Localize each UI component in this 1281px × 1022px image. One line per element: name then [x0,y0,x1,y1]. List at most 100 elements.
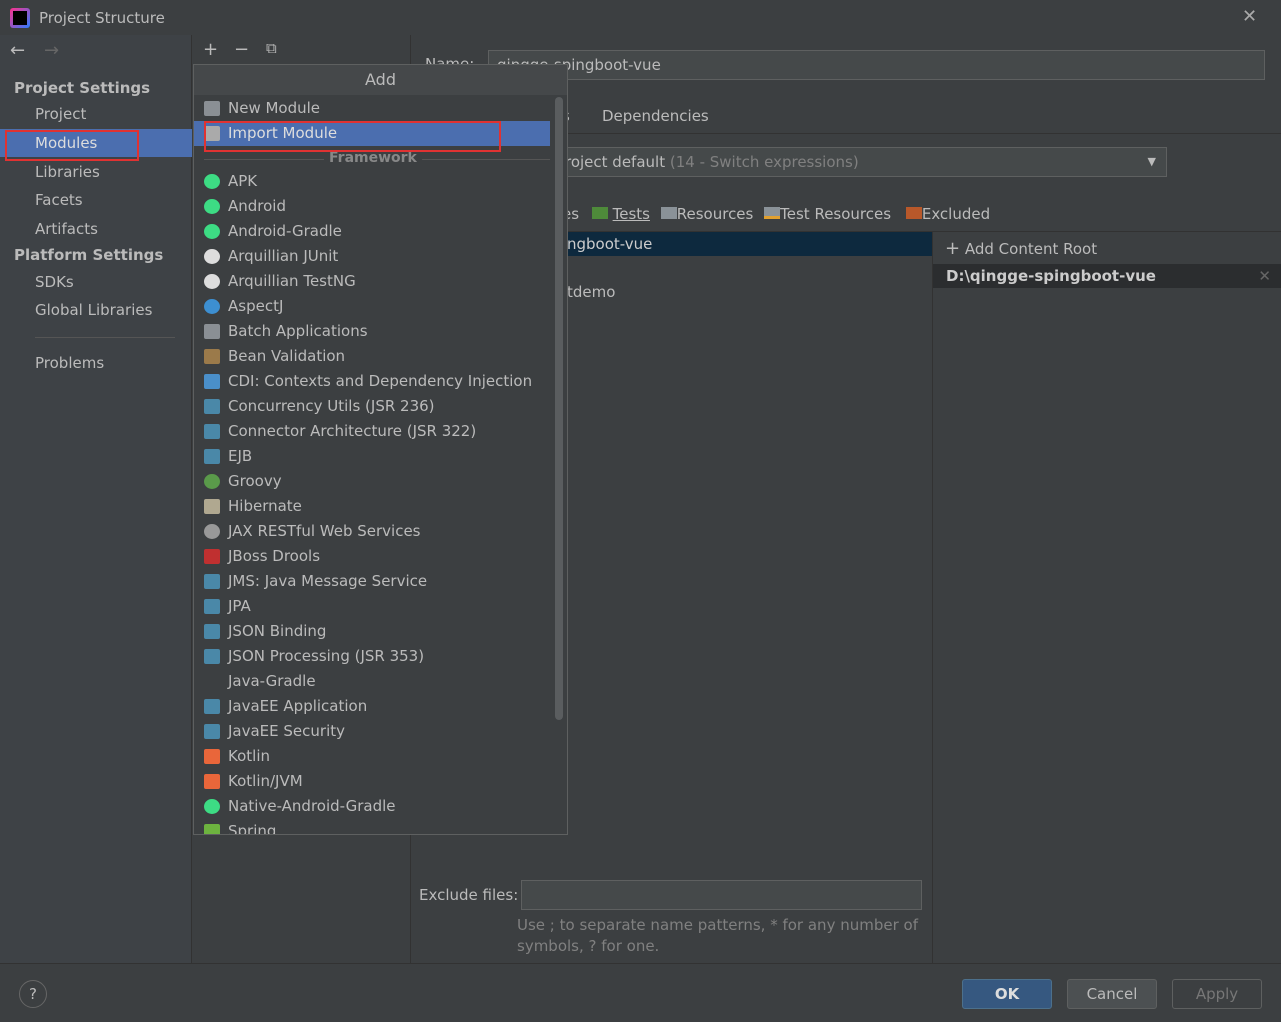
bean-icon [204,349,220,364]
mark-resources[interactable]: Resources [677,205,754,223]
menu-item-hibernate[interactable]: Hibernate [194,494,550,519]
menu-item-concurrency-utils-jsr-236[interactable]: Concurrency Utils (JSR 236) [194,394,550,419]
exclude-files-input[interactable] [521,880,922,910]
mark-tests[interactable]: Tests [613,205,650,223]
menu-item-label: Arquillian TestNG [228,272,356,290]
framework-separator: Framework [194,150,550,166]
popup-scrollbar[interactable] [555,97,563,720]
plus-icon: + [945,238,961,259]
menu-item-apk[interactable]: APK [194,169,550,194]
kotlin-icon [204,749,220,764]
menu-item-cdi-contexts-and-dependency-injection[interactable]: CDI: Contexts and Dependency Injection [194,369,550,394]
menu-item-kotlin[interactable]: Kotlin [194,744,550,769]
menu-item-label: Batch Applications [228,322,368,340]
platform-settings-heading: Platform Settings [14,246,164,264]
copy-icon[interactable]: ⧉ [266,39,277,57]
menu-item-new-module[interactable]: New Module [194,96,550,121]
javaee-icon [204,624,220,639]
nav-facets[interactable]: Facets [0,186,192,214]
divider [932,232,933,963]
tree-item[interactable]: tdemo [567,283,615,301]
menu-item-label: Android-Gradle [228,222,342,240]
dialog-footer: ? OK Cancel Apply [0,963,1281,1022]
menu-item-batch-applications[interactable]: Batch Applications [194,319,550,344]
menu-item-label: Native-Android-Gradle [228,797,396,815]
nav-project[interactable]: Project [0,100,192,128]
menu-item-label: CDI: Contexts and Dependency Injection [228,372,533,390]
nav-artifacts[interactable]: Artifacts [0,215,192,243]
apply-button[interactable]: Apply [1172,979,1262,1009]
menu-item-android-gradle[interactable]: Android-Gradle [194,219,550,244]
menu-item-ejb[interactable]: EJB [194,444,550,469]
menu-item-groovy[interactable]: Groovy [194,469,550,494]
menu-item-spring[interactable]: Spring [194,819,550,834]
menu-item-kotlin-jvm[interactable]: Kotlin/JVM [194,769,550,794]
javaee-icon [204,449,220,464]
menu-item-json-binding[interactable]: JSON Binding [194,619,550,644]
menu-item-label: Bean Validation [228,347,346,365]
back-arrow-icon[interactable]: ← [10,40,25,61]
android-icon [204,224,220,239]
menu-item-label: Kotlin [228,747,270,765]
menu-item-label: JPA [228,597,251,615]
ok-button[interactable]: OK [962,979,1052,1009]
javaee-icon [204,399,220,414]
cancel-button[interactable]: Cancel [1067,979,1157,1009]
javaee-icon [204,724,220,739]
resources-folder-icon [660,207,677,219]
mark-excluded[interactable]: Excluded [922,205,990,223]
test-resources-folder-icon [764,207,781,219]
add-icon[interactable]: + [203,39,218,60]
menu-item-arquillian-testng[interactable]: Arquillian TestNG [194,269,550,294]
nav-problems[interactable]: Problems [0,349,192,377]
menu-item-label: JavaEE Application [228,697,368,715]
menu-item-javaee-application[interactable]: JavaEE Application [194,694,550,719]
menu-item-arquillian-junit[interactable]: Arquillian JUnit [194,244,550,269]
excluded-folder-icon [905,207,922,219]
menu-item-aspectj[interactable]: AspectJ [194,294,550,319]
menu-item-bean-validation[interactable]: Bean Validation [194,344,550,369]
add-content-root-button[interactable]: + Add Content Root [945,238,1097,259]
menu-item-javaee-security[interactable]: JavaEE Security [194,719,550,744]
globe-icon [204,524,220,539]
mark-test-resources[interactable]: Test Resources [780,205,891,223]
menu-item-jpa[interactable]: JPA [194,594,550,619]
android-icon [204,174,220,189]
hibernate-icon [204,499,220,514]
close-icon[interactable]: ✕ [1242,6,1257,27]
forward-arrow-icon[interactable]: → [44,40,59,61]
nav-libraries[interactable]: Libraries [0,158,192,186]
menu-item-jboss-drools[interactable]: JBoss Drools [194,544,550,569]
remove-content-root-icon[interactable]: ✕ [1258,264,1271,288]
menu-item-jms-java-message-service[interactable]: JMS: Java Message Service [194,569,550,594]
menu-item-label: Arquillian JUnit [228,247,339,265]
spring-leaf-icon [204,824,220,834]
menu-item-native-android-gradle[interactable]: Native-Android-Gradle [194,794,550,819]
framework-label: Framework [324,150,422,166]
divider [35,337,175,338]
exclude-hint: Use ; to separate name patterns, * for a… [517,915,918,957]
help-button[interactable]: ? [19,980,47,1008]
language-level-select[interactable]: roject default (14 - Switch expressions)… [552,147,1167,177]
remove-icon[interactable]: − [234,39,249,60]
sidebar: ← → Project Settings Project Modules Lib… [0,35,192,963]
arquillian-icon [204,274,220,289]
menu-item-json-processing-jsr-353[interactable]: JSON Processing (JSR 353) [194,644,550,669]
menu-item-jax-restful-web-services[interactable]: JAX RESTful Web Services [194,519,550,544]
menu-item-label: JSON Processing (JSR 353) [228,647,425,665]
menu-item-android[interactable]: Android [194,194,550,219]
project-settings-heading: Project Settings [14,79,151,97]
kotlin-icon [204,774,220,789]
menu-item-label: Android [228,197,286,215]
add-content-root-label: Add Content Root [964,240,1098,258]
nav-sdks[interactable]: SDKs [0,268,192,296]
menu-item-connector-architecture-jsr-322[interactable]: Connector Architecture (JSR 322) [194,419,550,444]
menu-item-label: JBoss Drools [228,547,321,565]
name-input[interactable]: qingge-spingboot-vue [488,50,1265,80]
exclude-files-label: Exclude files: [419,886,519,904]
tab-dependencies[interactable]: Dependencies [602,107,709,125]
menu-item-label: Kotlin/JVM [228,772,303,790]
groovy-icon [204,474,220,489]
menu-item-java-gradle[interactable]: Java-Gradle [194,669,550,694]
nav-global-libraries[interactable]: Global Libraries [0,296,192,324]
